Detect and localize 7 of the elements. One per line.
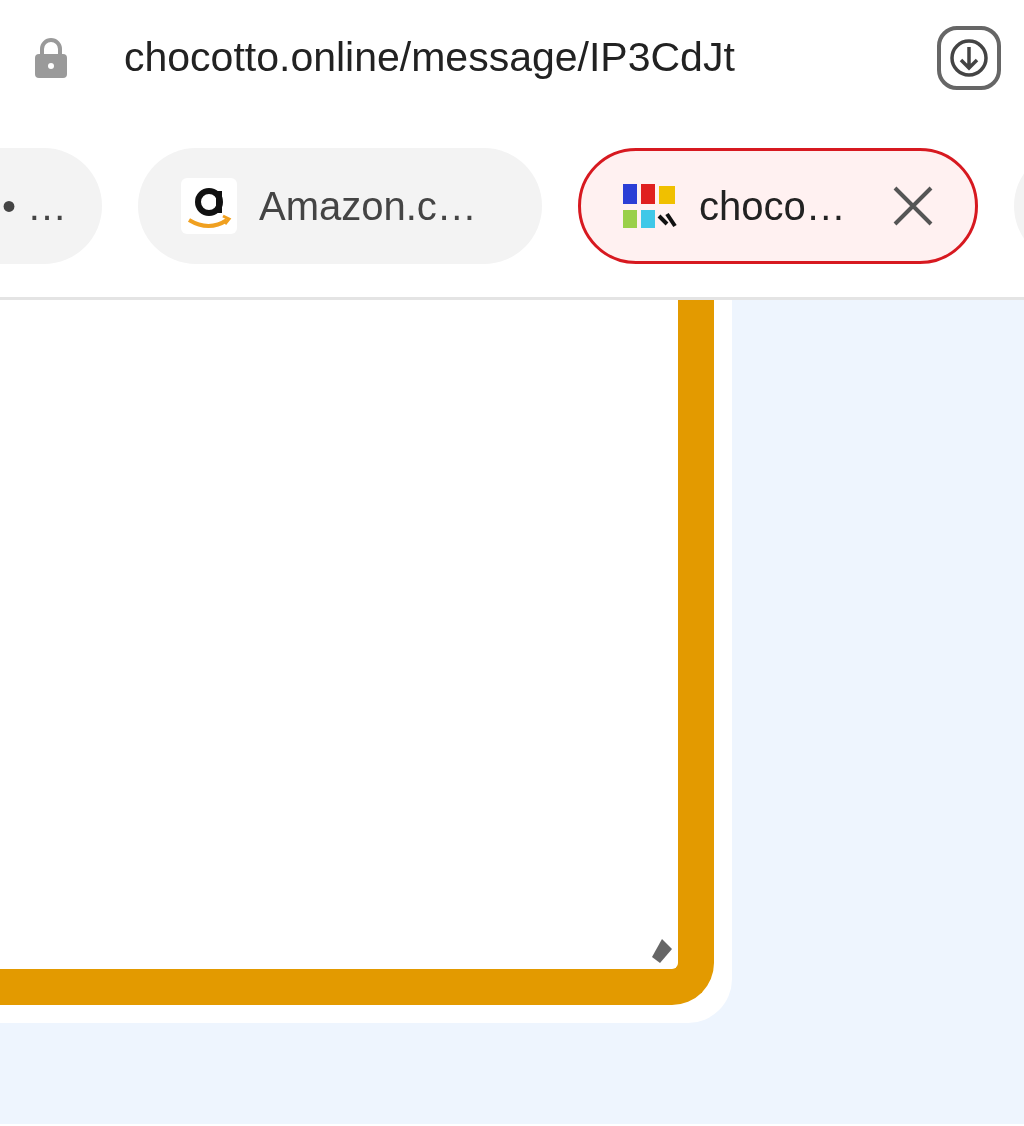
browser-tab[interactable]: Amazon.c… <box>138 148 542 264</box>
close-icon[interactable] <box>891 184 935 228</box>
url-text[interactable]: chocotto.online/message/IP3CdJt <box>124 34 936 81</box>
download-icon[interactable] <box>936 24 1002 91</box>
lock-icon <box>34 36 68 79</box>
browser-tab[interactable]: • … <box>0 148 102 264</box>
browser-tab[interactable]: choco… <box>578 148 978 264</box>
